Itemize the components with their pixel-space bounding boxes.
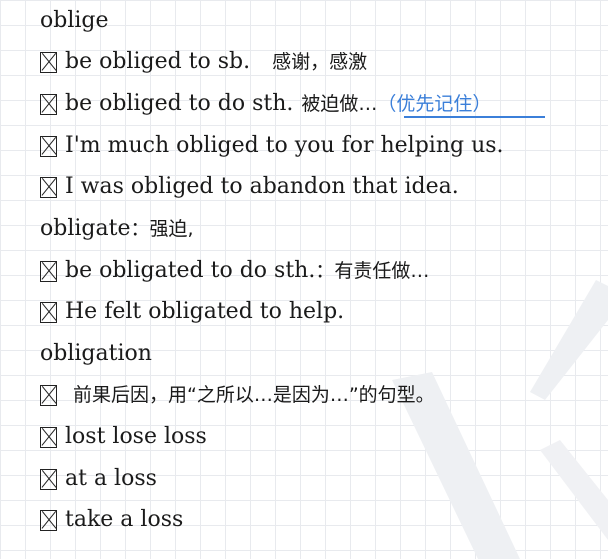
note-english: I was obliged to abandon that idea. [65, 174, 459, 199]
note-english: take a loss [65, 507, 184, 532]
note-english: He felt obligated to help. [65, 299, 345, 324]
checkbox-icon [40, 384, 57, 406]
note-english: I'm much obliged to you for helping us. [65, 133, 504, 158]
note-chinese: 感谢，感激 [272, 51, 368, 73]
note-line: at a loss [40, 464, 157, 494]
note-english: be obliged to do sth. [65, 91, 294, 116]
note-line: be obliged to do sth. 被迫做… （优先记住） [40, 89, 491, 119]
note-line: 前果后因，用“之所以…是因为…”的句型。 [40, 380, 435, 410]
note-english: be obligated to do sth. [65, 258, 316, 283]
priority-note: （优先记住） [377, 93, 492, 115]
heading-obligation: obligation [40, 339, 152, 369]
checkbox-icon [40, 176, 57, 198]
checkbox-icon [40, 509, 57, 531]
note-english: lost lose loss [65, 424, 207, 449]
note-chinese: 被迫做… [301, 93, 378, 115]
checkbox-icon [40, 135, 57, 157]
note-chinese: 前果后因，用“之所以…是因为…”的句型。 [73, 384, 435, 406]
note-line: be obligated to do sth. ：有责任做… [40, 256, 429, 286]
checkbox-icon [40, 301, 57, 323]
note-line: I'm much obliged to you for helping us. [40, 131, 504, 161]
checkbox-icon [40, 260, 57, 282]
heading-oblige: oblige [40, 6, 109, 36]
heading-obligate: obligate ：强迫, [40, 214, 194, 244]
note-chinese: ：有责任做… [315, 260, 430, 282]
checkbox-icon [40, 468, 57, 490]
checkbox-icon [40, 426, 57, 448]
note-english: be obliged to sb. [65, 49, 251, 74]
note-line: He felt obligated to help. [40, 297, 344, 327]
note-english: at a loss [65, 466, 157, 491]
note-line: take a loss [40, 505, 183, 535]
heading-oblige-text: oblige [40, 8, 109, 33]
note-line: lost lose loss [40, 422, 207, 452]
heading-obligate-meaning: ：强迫, [130, 218, 194, 240]
priority-underline [404, 116, 545, 118]
heading-obligation-text: obligation [40, 341, 152, 366]
checkbox-icon [40, 51, 57, 73]
note-line: be obliged to sb. 感谢，感激 [40, 47, 367, 77]
note-line: I was obliged to abandon that idea. [40, 172, 459, 202]
checkbox-icon [40, 93, 57, 115]
heading-obligate-text: obligate [40, 216, 131, 241]
